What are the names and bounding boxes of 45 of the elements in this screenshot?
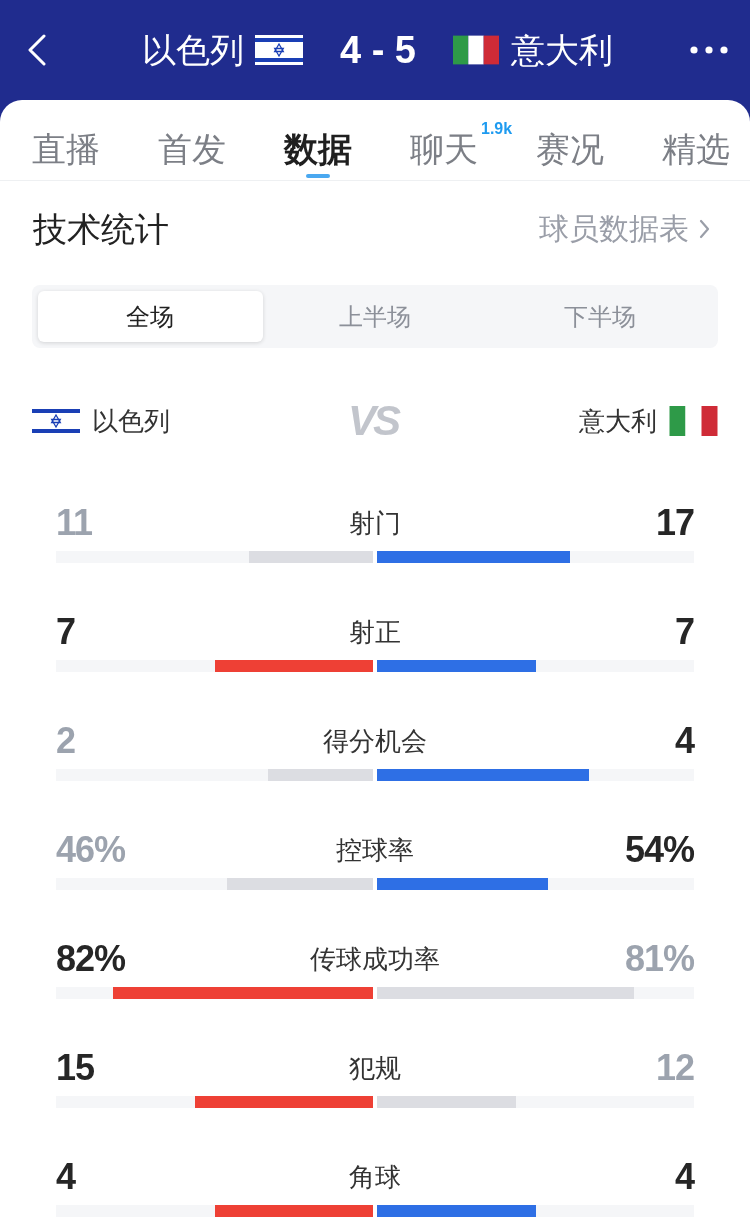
- tab[interactable]: 数据: [284, 128, 352, 180]
- period-tab[interactable]: 下半场: [487, 291, 712, 342]
- stat-value: 11: [56, 501, 93, 545]
- stat-value: 46%: [56, 828, 126, 872]
- stat-value: 7: [674, 610, 694, 654]
- stat-label: 控球率: [336, 834, 414, 867]
- score: 4 - 5: [339, 28, 416, 72]
- stat-label: 射门: [349, 507, 401, 540]
- team-name: 意大利: [579, 405, 657, 438]
- stat-label: 射正: [349, 616, 401, 649]
- period-tab[interactable]: 上半场: [262, 291, 488, 342]
- stat-value: 82%: [56, 937, 126, 981]
- section-title: 技术统计: [33, 209, 169, 250]
- back-icon[interactable]: [27, 34, 47, 66]
- stat-value: 12: [655, 1046, 694, 1090]
- stat-label: 得分机会: [323, 725, 427, 758]
- stat-value: 4: [674, 1155, 694, 1199]
- stat-value: 4: [674, 719, 694, 763]
- stat-value: 2: [56, 719, 76, 763]
- tab[interactable]: 精选: [662, 128, 730, 180]
- stat-value: 4: [56, 1155, 76, 1199]
- player-stats-link[interactable]: 球员数据表: [539, 209, 710, 249]
- stat-value: 54%: [624, 828, 694, 872]
- stat-label: 传球成功率: [310, 943, 440, 976]
- italy-flag-icon: [453, 34, 499, 66]
- team-name: 以色列: [141, 30, 244, 71]
- stat-label: 犯规: [349, 1052, 401, 1085]
- stat-label: 角球: [349, 1161, 401, 1194]
- tab[interactable]: 首发: [158, 128, 226, 180]
- team-name: 以色列: [92, 405, 170, 438]
- chevron-right-icon: [699, 219, 710, 239]
- vs-label: VS: [348, 399, 400, 443]
- stat-value: 17: [655, 501, 694, 545]
- team-name: 意大利: [511, 30, 613, 71]
- stat-value: 7: [56, 610, 76, 654]
- italy-flag-icon: [669, 406, 718, 436]
- message-count-label: 1.9k: [481, 120, 513, 138]
- stat-value: 15: [56, 1046, 95, 1090]
- more-icon[interactable]: [690, 46, 728, 54]
- stat-value: 81%: [624, 937, 694, 981]
- israel-flag-icon: [254, 34, 303, 66]
- tab[interactable]: 直播: [32, 128, 100, 180]
- period-tab[interactable]: 全场: [38, 291, 263, 342]
- tab[interactable]: 赛况: [536, 128, 604, 180]
- israel-flag-icon: [32, 406, 80, 436]
